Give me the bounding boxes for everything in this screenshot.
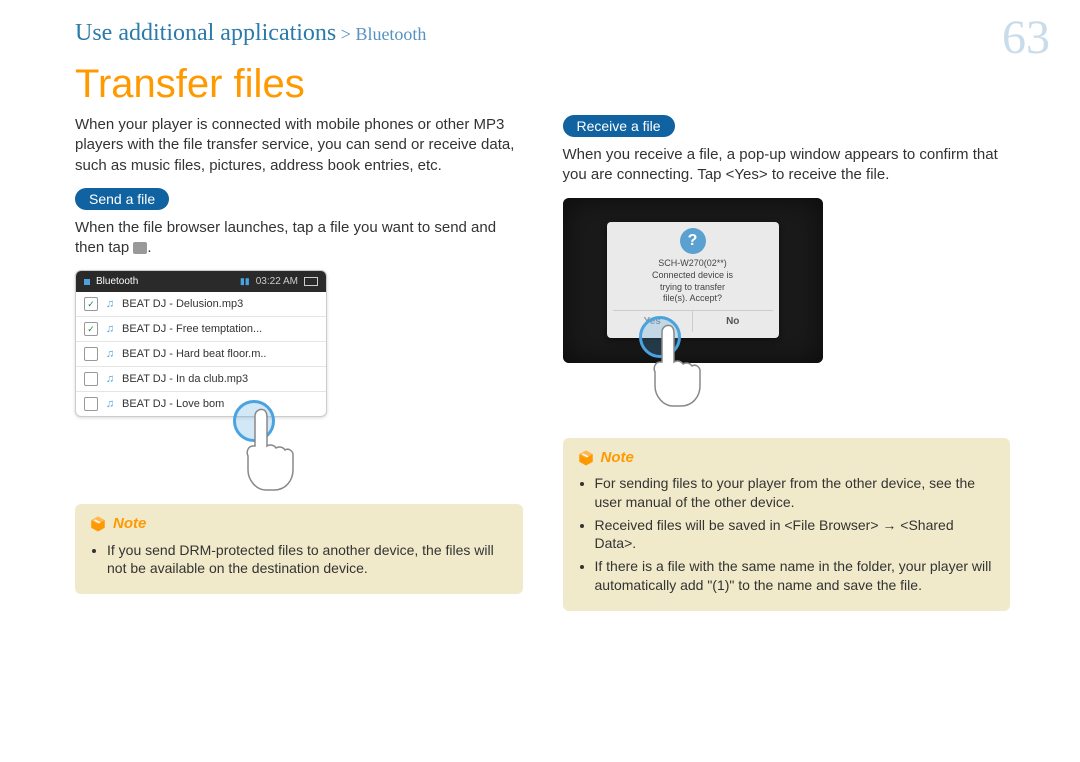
dialog-line: trying to transfer <box>613 282 773 294</box>
page-number: 63 <box>1002 10 1050 65</box>
send-file-text: When the file browser launches, tap a fi… <box>75 218 523 259</box>
checkbox-icon <box>84 372 98 386</box>
device-header-title: Bluetooth <box>96 276 234 287</box>
file-name: BEAT DJ - Hard beat floor.m.. <box>122 348 266 360</box>
note-item: Received files will be saved in <File Br… <box>595 516 997 554</box>
music-icon: ♫ <box>104 298 116 310</box>
question-icon: ? <box>680 228 706 254</box>
receive-note-box: Note For sending files to your player fr… <box>563 438 1011 612</box>
file-name: BEAT DJ - Love bom <box>122 398 224 410</box>
breadcrumb-separator: > <box>336 24 355 44</box>
send-file-pill: Send a file <box>75 188 169 210</box>
checkbox-icon <box>84 397 98 411</box>
checkbox-icon: ✓ <box>84 297 98 311</box>
bluetooth-icon <box>84 279 90 285</box>
pause-icon: ▮▮ <box>240 276 250 287</box>
device-time: 03:22 AM <box>256 276 298 287</box>
music-icon: ♫ <box>104 398 116 410</box>
note-item: If you send DRM-protected files to anoth… <box>107 541 509 579</box>
music-icon: ♫ <box>104 373 116 385</box>
hand-pointer-icon <box>240 408 320 498</box>
music-icon: ♫ <box>104 348 116 360</box>
breadcrumb-main: Use additional applications <box>75 20 336 46</box>
receive-file-pill: Receive a file <box>563 115 675 137</box>
note-label: Note <box>601 448 634 468</box>
hand-pointer-icon <box>647 324 727 414</box>
page-title: Transfer files <box>75 62 1010 107</box>
breadcrumb-sub: Bluetooth <box>355 24 426 44</box>
file-row: ✓ ♫ BEAT DJ - Delusion.mp3 <box>76 292 326 317</box>
dialog-line: SCH-W270(02**) <box>613 258 773 270</box>
battery-icon <box>304 277 318 286</box>
note-item: If there is a file with the same name in… <box>595 557 997 595</box>
note-label: Note <box>113 514 146 534</box>
file-name: BEAT DJ - In da club.mp3 <box>122 373 248 385</box>
note-cube-icon <box>577 449 595 467</box>
send-note-box: Note If you send DRM-protected files to … <box>75 504 523 594</box>
file-name: BEAT DJ - Free temptation... <box>122 323 262 335</box>
receive-file-text: When you receive a file, a pop-up window… <box>563 145 1011 186</box>
file-name: BEAT DJ - Delusion.mp3 <box>122 298 243 310</box>
bluetooth-file-browser: Bluetooth ▮▮ 03:22 AM ✓ ♫ BEAT DJ - Delu… <box>75 270 327 417</box>
checkbox-icon <box>84 347 98 361</box>
note-cube-icon <box>89 515 107 533</box>
note-item: For sending files to your player from th… <box>595 474 997 512</box>
intro-text: When your player is connected with mobil… <box>75 115 523 176</box>
send-text-after: . <box>147 239 151 256</box>
file-row: ✓ ♫ BEAT DJ - Free temptation... <box>76 317 326 342</box>
breadcrumb: Use additional applications > Bluetooth <box>75 20 1010 47</box>
music-icon: ♫ <box>104 323 116 335</box>
left-column: When your player is connected with mobil… <box>75 115 523 611</box>
right-column: Receive a file When you receive a file, … <box>563 115 1011 611</box>
send-icon <box>133 242 147 254</box>
confirm-dialog: ? SCH-W270(02**) Connected device is try… <box>607 222 779 338</box>
device-header: Bluetooth ▮▮ 03:22 AM <box>76 271 326 292</box>
checkbox-icon: ✓ <box>84 322 98 336</box>
file-row: ♫ BEAT DJ - In da club.mp3 <box>76 367 326 392</box>
dialog-line: file(s). Accept? <box>613 293 773 305</box>
dialog-line: Connected device is <box>613 270 773 282</box>
file-row: ♫ BEAT DJ - Hard beat floor.m.. <box>76 342 326 367</box>
